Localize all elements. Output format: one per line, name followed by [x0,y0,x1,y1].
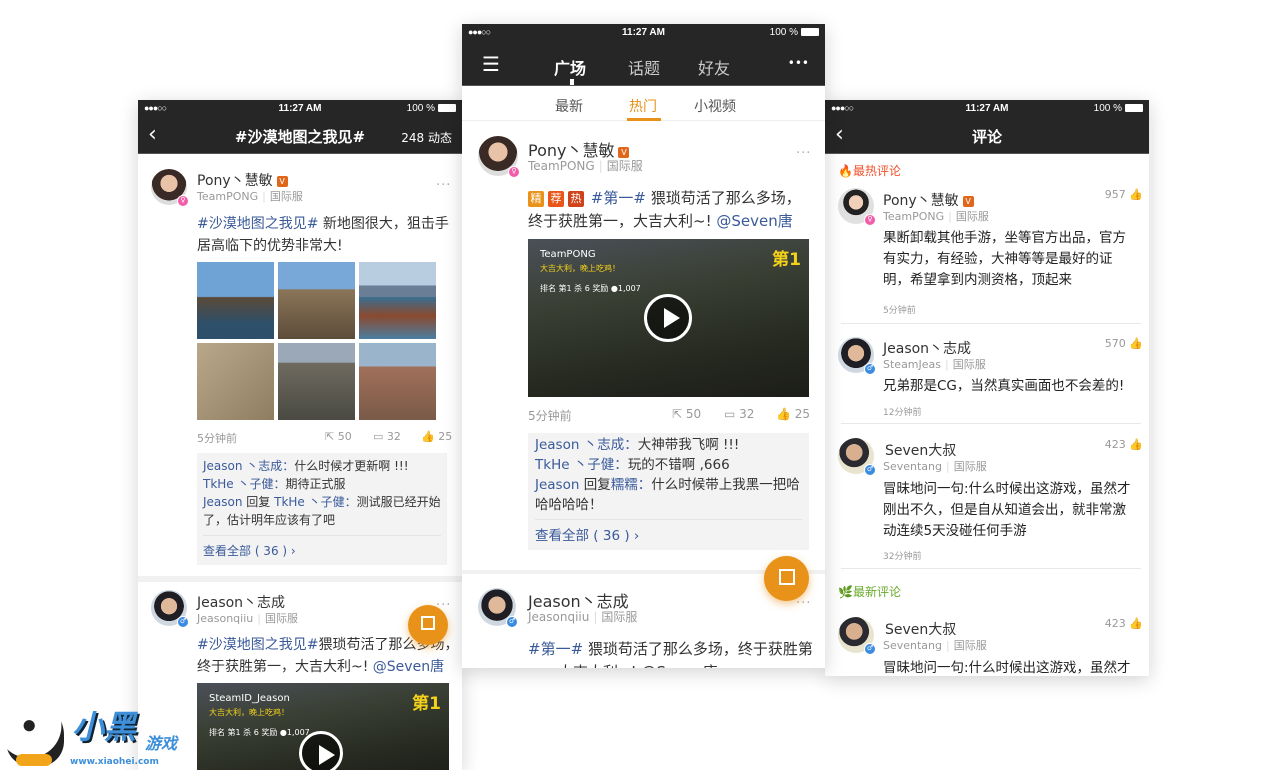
leaf-icon: 🌿 [838,585,853,599]
like-button[interactable]: 👍 25 [421,430,452,443]
verified-icon: V [276,176,288,187]
view-all-comments-link[interactable]: 查看全部 ( 36 ) › [535,519,802,546]
battery-icon [801,28,819,36]
video-thumbnail[interactable]: TeamPONG 大吉大利，晚上吃鸡！ 排名 第1 杀 6 奖励 ●1,007 … [528,239,809,397]
tab-plaza[interactable]: 广场 [554,55,586,79]
middle-phone-plaza-screen: ●●●○○ 11:27 AM 100 % ☰ 广场 话题 好友 ••• 最新 热门 … [462,24,825,668]
fire-icon: 🔥 [838,164,853,178]
user-name[interactable]: Jeason丶志成 [197,592,285,612]
male-icon: ♂ [177,616,189,628]
label-recommended: 荐 [548,191,564,207]
comment-button[interactable]: ▭ 32 [724,407,754,421]
comment-preview: Jeason 丶志成：什么时候才更新啊 !!! TkHe 丶子健：期待正式服 J… [197,453,447,565]
page-title: 评论 [971,128,1002,146]
avatar[interactable]: ♀ [151,169,189,207]
post-time: 5分钟前 [528,409,572,423]
topic-link[interactable]: #沙漠地图之我见# [197,216,318,232]
left-phone-topic-screen: ●●●○○ 11:27 AM 100 % ‹ #沙漠地图之我见# 248 动态 ♀ … [138,100,462,770]
comment-button[interactable]: ▭ 32 [373,430,401,443]
avatar[interactable]: ♂ [838,438,876,476]
post-text: #第一# 猥琐苟活了那么多场，终于获胜第一，大吉大利~! @Seven唐 [528,640,813,668]
post-text: 精荐热 #第一# 猥琐苟活了那么多场，终于获胜第一，大吉大利~! @Seven唐 [528,189,801,230]
photo[interactable] [197,343,274,420]
status-bar: ●●●○○ 11:27 AM 100 % [138,100,462,118]
subtab-hot[interactable]: 热门 [629,96,657,116]
right-phone-comments-screen: ●●●○○ 11:27 AM 100 % ‹ 评论 🔥最热评论 ♀ Pony丶慧敏 V… [825,100,1149,676]
comment-line: TkHe 丶子健：期待正式服 [203,477,346,491]
more-icon[interactable]: ··· [796,146,811,161]
divider [138,576,462,582]
hot-comments-heading: 最热评论 [852,164,901,178]
like-button[interactable]: 570 👍 [1105,337,1143,350]
photo[interactable] [278,343,355,420]
like-button[interactable]: 423 👍 [1105,617,1143,630]
user-name[interactable]: Pony丶慧敏 [197,173,273,189]
play-icon[interactable] [299,731,343,770]
topic-header: ‹ #沙漠地图之我见# 248 动态 [138,118,462,154]
status-bar: ●●●○○ 11:27 AM 100 % [825,100,1149,118]
battery-icon [438,104,456,112]
watermark-logo: 小黑 游戏 www.xiaohei.com [0,700,200,770]
comment-line: Jeason 丶志成：什么时候才更新啊 !!! [203,459,409,473]
new-comments-heading: 最新评论 [852,585,901,599]
user-name[interactable]: Seven大叔 [885,619,956,639]
comment-preview: Jeason 丶志成：大神带我飞啊 !!! TkHe 丶子健：玩的不错啊 ,66… [528,433,809,550]
avatar[interactable]: ♀ [478,136,520,178]
post-count: 248 动态 [401,131,452,145]
view-all-comments-link[interactable]: 查看全部 ( 36 ) › [203,535,441,560]
comment-line: Jeason 回复 TkHe 丶子健：测试服已经开始了，估计明年应该有了吧 [203,495,441,527]
photo[interactable] [359,262,436,339]
tab-topics[interactable]: 话题 [628,55,660,79]
sub-tabs: 最新 热门 小视频 [462,86,825,121]
photo[interactable] [197,262,274,339]
battery-icon [1125,104,1143,112]
photo[interactable] [359,343,436,420]
avatar[interactable]: ♀ [838,188,876,226]
server-name: 国际服 [269,190,303,203]
post-text: #沙漠地图之我见# 新地图很大，狙击手居高临下的优势非常大! [197,216,449,254]
menu-icon[interactable]: ☰ [482,54,500,74]
user-name[interactable]: Seven大叔 [885,440,956,460]
compose-button[interactable] [764,556,809,601]
like-button[interactable]: 957 👍 [1105,188,1143,201]
user-name[interactable]: Jeason丶志成 [883,338,971,358]
post-time: 5分钟前 [197,432,237,445]
team-name: TeamPONG [197,190,259,203]
play-icon[interactable] [644,294,692,342]
status-bar: ●●●○○ 11:27 AM 100 % [462,24,825,44]
like-button[interactable]: 423 👍 [1105,438,1143,451]
avatar[interactable]: ♂ [151,590,189,628]
tab-friends[interactable]: 好友 [698,55,730,79]
avatar[interactable]: ♂ [478,588,518,628]
share-button[interactable]: ⇱ 50 [325,430,352,443]
edit-icon [778,569,795,585]
like-button[interactable]: 👍 25 [776,407,810,421]
label-hot: 热 [568,191,584,207]
female-icon: ♀ [177,195,189,207]
photo[interactable] [278,262,355,339]
active-tab-marker [570,79,574,85]
avatar[interactable]: ♂ [838,617,876,655]
active-subtab-underline [627,118,661,121]
label-featured: 精 [528,191,544,207]
avatar[interactable]: ♂ [838,337,876,375]
main-nav: ☰ 广场 话题 好友 ••• [462,44,825,86]
verified-icon: V [962,196,974,207]
more-icon[interactable]: ··· [796,596,811,611]
mention-link[interactable]: @Seven唐 [373,659,444,675]
subtab-short-video[interactable]: 小视频 [694,96,736,116]
more-icon[interactable]: ··· [436,178,451,193]
image-grid [197,262,436,420]
user-name[interactable]: Pony丶慧敏 [883,193,959,209]
subtab-latest[interactable]: 最新 [555,96,583,116]
video-thumbnail[interactable]: SteamID_Jeason 大吉大利，晚上吃鸡！ 排名 第1 杀 6 奖励 ●… [197,683,449,770]
comments-header: ‹ 评论 [825,118,1149,154]
share-button[interactable]: ⇱ 50 [672,407,701,421]
more-icon[interactable]: ••• [788,56,809,70]
compose-button[interactable] [408,605,448,645]
edit-icon [421,616,435,630]
